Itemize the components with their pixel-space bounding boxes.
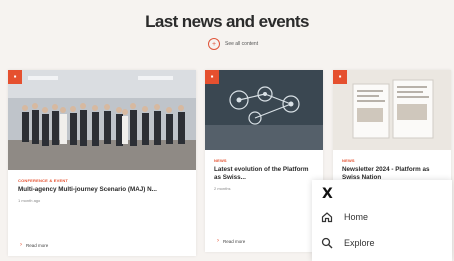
read-more-label: Read more [223,238,246,244]
arrow-right-icon: › [20,242,22,248]
arrow-right-icon: › [217,238,219,244]
x-logo-icon[interactable]: X [322,186,444,204]
menu-item-label: Home [344,212,369,222]
see-all-link[interactable]: + See all content [208,38,258,50]
card-date: 1 month ago [18,198,41,204]
card-category: News [342,158,355,163]
bookmark-icon: ▪ [333,70,347,84]
read-more-link[interactable]: › Read more [217,238,245,244]
section-title: Last news and events [145,12,309,31]
see-all-label: See all content [225,41,259,47]
news-card[interactable]: ▪ Conference & Event Multi-agency Multi-… [8,70,196,256]
bookmark-icon: ▪ [8,70,22,84]
tech-icons-image [205,70,323,150]
menu-item-label: Explore [344,238,375,248]
card-image: ▪ [205,70,323,150]
document-image [333,70,451,150]
card-image: ▪ [8,70,196,170]
card-category: News [214,158,227,163]
card-image: ▪ [333,70,451,150]
read-more-label: Read more [26,242,49,248]
read-more-link[interactable]: › Read more [20,242,48,248]
search-icon [320,236,334,250]
card-title[interactable]: Multi-agency Multi-journey Scenario (MAJ… [18,186,186,194]
bookmark-icon: ▪ [205,70,219,84]
plus-icon: + [208,38,220,50]
home-icon [320,210,334,224]
card-date: 2 months [214,186,231,192]
group-photo-image [8,70,196,170]
news-card[interactable]: ▪ News Latest evolution of the Platform … [205,70,323,252]
card-title[interactable]: Latest evolution of the Platform as Swis… [214,166,314,182]
card-category: Conference & Event [18,178,69,183]
share-popup-menu: X Home Explore [312,180,452,261]
menu-item-home[interactable]: Home [320,204,444,230]
menu-item-explore[interactable]: Explore [320,230,444,256]
